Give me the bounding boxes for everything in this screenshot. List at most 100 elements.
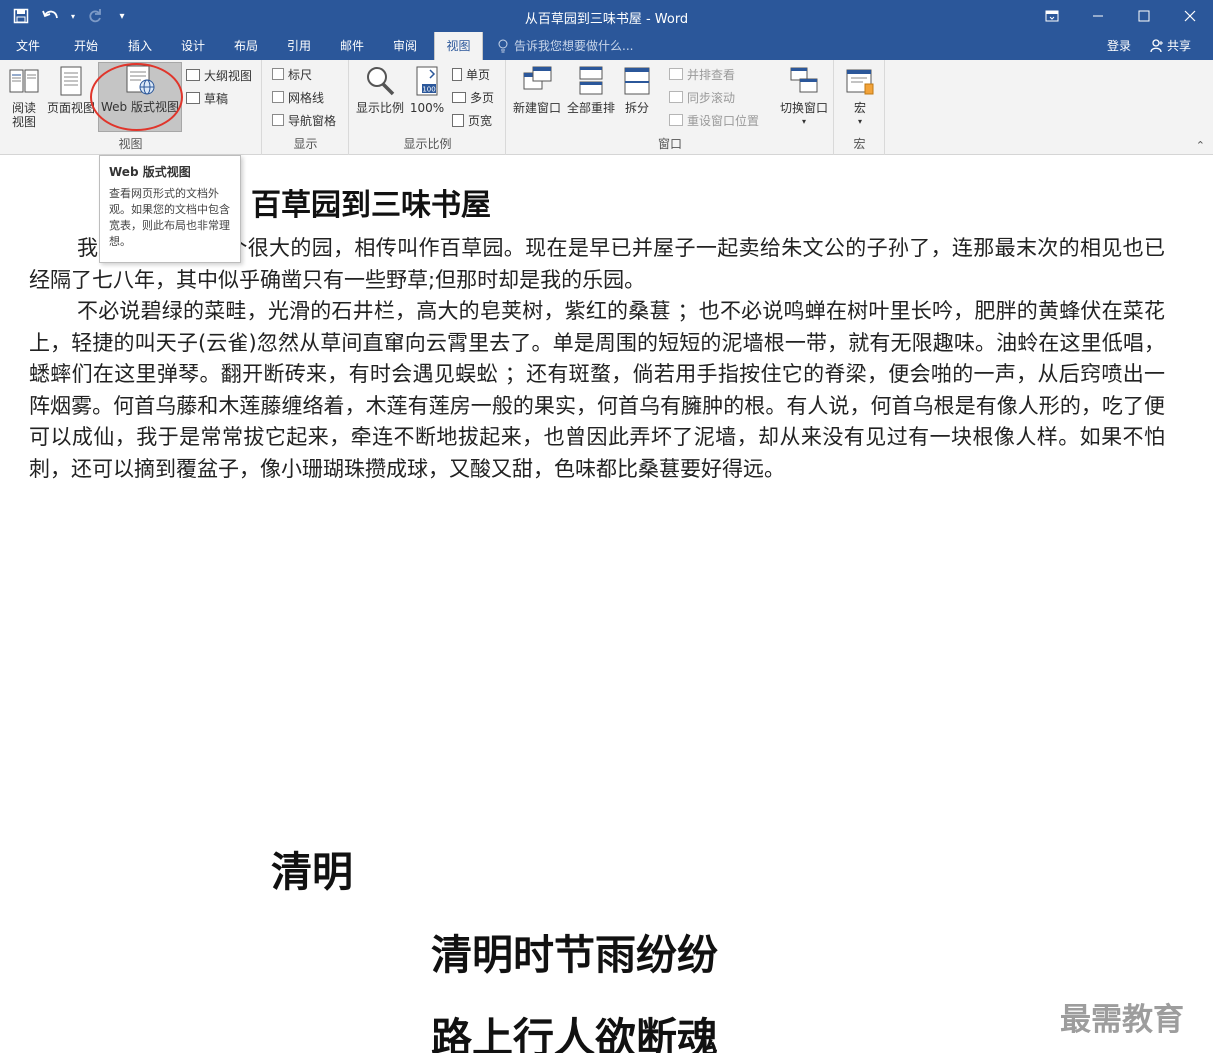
macros-button[interactable]: 宏 ▾ — [841, 64, 879, 129]
tab-home[interactable]: 开始 — [64, 32, 108, 60]
web-layout-button[interactable]: Web 版式视图 — [98, 62, 182, 132]
ribbon-tabs: 文件 开始 插入 设计 布局 引用 邮件 审阅 视图 告诉我您想要做什么... … — [0, 32, 1213, 60]
new-window-button[interactable]: 新建窗口 — [510, 64, 564, 115]
signin-link[interactable]: 登录 — [1107, 32, 1131, 60]
magnifier-icon — [367, 67, 395, 96]
tab-layout[interactable]: 布局 — [224, 32, 268, 60]
collapse-ribbon-icon[interactable]: ⌃ — [1196, 139, 1205, 152]
tab-file[interactable]: 文件 — [6, 32, 50, 60]
page-icon — [60, 66, 82, 96]
split-icon — [624, 67, 650, 95]
split-label: 拆分 — [624, 101, 649, 115]
web-page-icon — [126, 65, 155, 95]
zoom-button[interactable]: 显示比例 — [353, 64, 407, 115]
chevron-down-icon: ▾ — [857, 117, 862, 126]
book-icon — [9, 69, 39, 93]
new-window-label: 新建窗口 — [512, 101, 561, 115]
ruler-label: 标尺 — [288, 67, 313, 82]
draft-icon — [186, 92, 200, 104]
arrange-all-button[interactable]: 全部重排 — [564, 64, 618, 115]
watermark-logo: 最需教育 — [1060, 1002, 1184, 1038]
multi-page-label: 多页 — [470, 90, 495, 105]
tab-design[interactable]: 设计 — [171, 32, 215, 60]
tell-me-search[interactable]: 告诉我您想要做什么... — [498, 32, 633, 60]
read-mode-button[interactable]: 阅读 视图 — [6, 64, 42, 129]
web-layout-label: Web 版式视图 — [101, 100, 179, 114]
checkbox-icon — [272, 68, 284, 80]
gridlines-checkbox[interactable]: 网格线 — [272, 87, 324, 107]
window-controls — [1029, 0, 1213, 32]
sync-scroll-label: 同步滚动 — [687, 90, 736, 105]
reset-position-label: 重设窗口位置 — [687, 113, 760, 128]
page-width-icon — [452, 113, 464, 127]
customize-icon[interactable]: ▾ — [112, 4, 132, 28]
zoom-100-label: 100% — [409, 101, 445, 115]
print-layout-button[interactable]: 页面视图 — [44, 64, 98, 115]
outline-icon — [186, 69, 200, 81]
checkbox-icon — [272, 114, 284, 126]
side-by-side-button[interactable]: 并排查看 — [669, 64, 735, 84]
window-group-label: 窗口 — [657, 137, 682, 151]
reset-position-button[interactable]: 重设窗口位置 — [669, 110, 759, 130]
draft-label: 草稿 — [204, 91, 229, 106]
draft-button[interactable]: 草稿 — [186, 88, 228, 108]
tell-me-text: 告诉我您想要做什么... — [514, 39, 634, 53]
macros-label: 宏 — [853, 101, 866, 115]
tab-references[interactable]: 引用 — [277, 32, 321, 60]
zoom-100-icon: 100 — [416, 66, 438, 96]
share-button[interactable]: 共享 — [1150, 32, 1191, 60]
title-bar: ▾ ▾ 从百草园到三味书屋 - Word — [0, 0, 1213, 32]
multi-page-button[interactable]: 多页 — [452, 87, 494, 107]
nav-pane-label: 导航窗格 — [288, 113, 337, 128]
lightbulb-icon — [498, 39, 508, 53]
macros-group-label: 宏 — [853, 137, 866, 151]
page-width-label: 页宽 — [468, 113, 493, 128]
minimize-icon[interactable] — [1075, 0, 1121, 32]
sync-scroll-button[interactable]: 同步滚动 — [669, 87, 735, 107]
multi-page-icon — [452, 91, 466, 103]
save-icon[interactable] — [8, 4, 34, 28]
show-group-label: 显示 — [293, 137, 318, 151]
gridlines-label: 网格线 — [288, 90, 325, 105]
switch-windows-button[interactable]: 切换窗口 ▾ — [777, 64, 831, 129]
undo-icon[interactable] — [38, 4, 64, 28]
restore-ribbon-icon[interactable] — [1029, 0, 1075, 32]
macros-group: 宏 ▾ 宏 — [835, 60, 885, 155]
document-area[interactable]: 百草园到三味书屋 我家的后面有一个很大的园，相传叫作百草园。现在是早已并屋子一起… — [0, 156, 1213, 1053]
outline-button[interactable]: 大纲视图 — [186, 65, 252, 85]
person-icon — [1150, 39, 1163, 53]
share-label: 共享 — [1167, 39, 1192, 53]
chevron-down-icon[interactable]: ▾ — [68, 4, 78, 28]
ruler-checkbox[interactable]: 标尺 — [272, 64, 312, 84]
quick-access-toolbar: ▾ ▾ — [8, 4, 132, 28]
page-width-button[interactable]: 页宽 — [452, 110, 492, 130]
zoom-100-button[interactable]: 100 100% — [410, 64, 444, 115]
zoom-group: 显示比例 100 100% 单页 多页 页宽 显示比例 — [350, 60, 506, 155]
nav-pane-checkbox[interactable]: 导航窗格 — [272, 110, 336, 130]
web-layout-tooltip: Web 版式视图 查看网页形式的文档外观。如果您的文档中包含宽表，则此布局也非常… — [99, 155, 241, 263]
window-group: 新建窗口 全部重排 拆分 并排查看 同步滚动 重设窗口位置 切换窗口 ▾ 窗口 — [507, 60, 834, 155]
tab-insert[interactable]: 插入 — [118, 32, 162, 60]
one-page-button[interactable]: 单页 — [452, 64, 490, 84]
sync-scroll-icon — [669, 91, 683, 103]
tooltip-body: 查看网页形式的文档外观。如果您的文档中包含宽表，则此布局也非常理想。 — [109, 187, 230, 248]
switch-windows-label: 切换窗口 — [779, 101, 828, 115]
poem-title: 清明 — [271, 848, 353, 896]
svg-text:100: 100 — [422, 86, 435, 94]
close-icon[interactable] — [1167, 0, 1213, 32]
print-layout-label: 页面视图 — [46, 101, 95, 115]
new-window-icon — [523, 66, 552, 90]
one-page-icon — [452, 67, 462, 81]
tab-view[interactable]: 视图 — [434, 32, 483, 60]
side-by-side-label: 并排查看 — [687, 67, 736, 82]
one-page-label: 单页 — [466, 67, 491, 82]
outline-label: 大纲视图 — [204, 68, 253, 83]
maximize-icon[interactable] — [1121, 0, 1167, 32]
split-button[interactable]: 拆分 — [620, 64, 654, 115]
tab-mailings[interactable]: 邮件 — [330, 32, 374, 60]
reset-position-icon — [669, 114, 683, 126]
redo-icon[interactable] — [82, 4, 108, 28]
tab-review[interactable]: 审阅 — [383, 32, 427, 60]
checkbox-icon — [272, 91, 284, 103]
views-group: 阅读 视图 页面视图 Web 版式视图 大纲视图 草稿 视图 — [0, 60, 262, 155]
